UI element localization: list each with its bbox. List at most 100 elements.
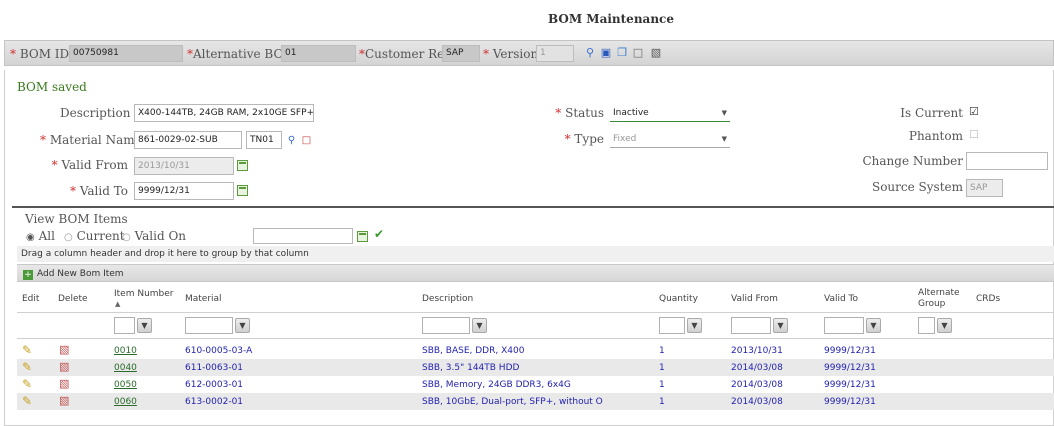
col-valid-from[interactable]: Valid From bbox=[731, 294, 778, 304]
chevron-down-icon: ▼ bbox=[721, 109, 727, 117]
filter-icon[interactable]: ▼ bbox=[472, 318, 487, 333]
radio-current[interactable]: ○ Current bbox=[64, 229, 125, 243]
cell-description: SBB, BASE, DDR, X400 bbox=[422, 346, 525, 356]
radio-valid-on[interactable]: ○ Valid On bbox=[122, 229, 186, 243]
col-material[interactable]: Material bbox=[185, 294, 222, 304]
filter-icon[interactable]: ▼ bbox=[137, 318, 152, 333]
col-quantity[interactable]: Quantity bbox=[659, 294, 698, 304]
cell-valid-from: 2013/10/31 bbox=[731, 346, 783, 356]
delete-trash-icon[interactable]: ▧ bbox=[59, 394, 69, 407]
filter-icon[interactable]: ▼ bbox=[937, 318, 952, 333]
radio-all[interactable]: ◉ All bbox=[26, 229, 55, 243]
material-document-icon[interactable]: □ bbox=[300, 134, 313, 147]
cell-material: 611-0063-01 bbox=[185, 363, 244, 373]
alt-bom-label: *Alternative BOM bbox=[187, 47, 296, 61]
filter-row bbox=[17, 313, 1054, 339]
quantity-filter-input[interactable] bbox=[659, 317, 685, 334]
description-filter-input[interactable] bbox=[422, 317, 470, 334]
col-alternate[interactable]: Alternate bbox=[918, 288, 960, 298]
version-input[interactable]: 1 bbox=[536, 45, 574, 62]
cell-description: SBB, Memory, 24GB DDR3, 6x4G bbox=[422, 380, 571, 390]
new-document-icon[interactable]: □ bbox=[631, 46, 645, 60]
sort-asc-icon: ▲ bbox=[115, 300, 121, 308]
search-icon[interactable]: ⚲ bbox=[583, 46, 597, 60]
customer-rev-label: *Customer Rev. bbox=[359, 47, 454, 61]
add-bom-item-bar: + Add New Bom Item bbox=[17, 264, 1054, 282]
edit-pencil-icon[interactable]: ✎ bbox=[22, 360, 32, 374]
cell-description: SBB, 3.5" 144TB HDD bbox=[422, 363, 520, 373]
col-group[interactable]: Group bbox=[918, 299, 945, 309]
change-number-input[interactable] bbox=[966, 152, 1048, 170]
trash-icon[interactable]: ▧ bbox=[649, 46, 663, 60]
cell-quantity: 1 bbox=[659, 397, 665, 407]
delete-trash-icon[interactable]: ▧ bbox=[59, 360, 69, 373]
item-number-link[interactable]: 0050 bbox=[114, 380, 137, 390]
is-current-checkbox[interactable]: ☑ bbox=[969, 105, 979, 118]
valid-from-input[interactable]: 2013/10/31 bbox=[134, 157, 234, 175]
plus-icon: + bbox=[23, 270, 33, 280]
cell-quantity: 1 bbox=[659, 380, 665, 390]
material-search-icon[interactable]: ⚲ bbox=[285, 134, 298, 147]
edit-pencil-icon[interactable]: ✎ bbox=[22, 343, 32, 357]
type-select[interactable]: Fixed ▼ bbox=[610, 130, 730, 148]
item-number-link[interactable]: 0010 bbox=[114, 346, 137, 356]
filter-icon[interactable]: ▼ bbox=[687, 318, 702, 333]
phantom-label: Phantom bbox=[908, 129, 963, 143]
valid-from-filter-input[interactable] bbox=[731, 317, 771, 334]
apply-check-icon[interactable]: ✔ bbox=[374, 227, 384, 241]
col-valid-to[interactable]: Valid To bbox=[824, 294, 858, 304]
alt-bom-input[interactable]: 01 bbox=[281, 45, 356, 62]
filter-icon[interactable]: ▼ bbox=[235, 318, 250, 333]
is-current-label: Is Current bbox=[900, 106, 963, 120]
cell-material: 612-0003-01 bbox=[185, 380, 244, 390]
description-input[interactable]: X400-144TB, 24GB RAM, 2x10GE SFP+ & 2 bbox=[134, 104, 314, 122]
material-filter-input[interactable] bbox=[185, 317, 233, 334]
col-delete[interactable]: Delete bbox=[58, 294, 88, 304]
item-number-link[interactable]: 0040 bbox=[114, 363, 137, 373]
bom-id-input[interactable]: 00750981 bbox=[69, 45, 183, 62]
table-row[interactable]: ✎ ▧ 0010 610-0005-03-A SBB, BASE, DDR, X… bbox=[17, 342, 1054, 359]
valid-to-calendar-icon[interactable] bbox=[237, 185, 248, 196]
delete-trash-icon[interactable]: ▧ bbox=[59, 377, 69, 390]
valid-to-input[interactable]: 9999/12/31 bbox=[134, 182, 234, 200]
status-label: * Status bbox=[555, 106, 604, 120]
col-item-number[interactable]: Item Number bbox=[114, 289, 174, 299]
status-select[interactable]: Inactive ▼ bbox=[610, 104, 730, 122]
table-row[interactable]: ✎ ▧ 0060 613-0002-01 SBB, 10GbE, Dual-po… bbox=[17, 393, 1054, 410]
valid-on-calendar-icon[interactable] bbox=[357, 231, 368, 242]
alternate-group-filter-input[interactable] bbox=[918, 317, 935, 334]
customer-rev-input[interactable]: SAP bbox=[442, 45, 480, 62]
valid-on-date-input[interactable] bbox=[253, 228, 353, 244]
valid-to-label: * Valid To bbox=[69, 184, 128, 198]
cell-valid-from: 2014/03/08 bbox=[731, 380, 783, 390]
group-by-drop-zone[interactable]: Drag a column header and drop it here to… bbox=[17, 246, 1054, 262]
delete-trash-icon[interactable]: ▧ bbox=[59, 343, 69, 356]
table-row[interactable]: ✎ ▧ 0040 611-0063-01 SBB, 3.5" 144TB HDD… bbox=[17, 359, 1054, 376]
material-name-input[interactable]: 861-0029-02-SUB bbox=[134, 131, 242, 149]
col-edit[interactable]: Edit bbox=[22, 294, 39, 304]
phantom-checkbox[interactable]: ☐ bbox=[969, 128, 979, 141]
save-icon[interactable]: ▣ bbox=[599, 46, 613, 60]
valid-to-filter-input[interactable] bbox=[824, 317, 864, 334]
filter-icon[interactable]: ▼ bbox=[866, 318, 881, 333]
valid-from-label: * Valid From bbox=[51, 158, 128, 172]
cell-valid-to: 9999/12/31 bbox=[824, 363, 876, 373]
col-crds[interactable]: CRDs bbox=[976, 294, 1000, 304]
col-description[interactable]: Description bbox=[422, 294, 473, 304]
add-bom-item-button[interactable]: + Add New Bom Item bbox=[23, 269, 124, 280]
status-message: BOM saved bbox=[17, 80, 87, 94]
plant-input[interactable]: TN01 bbox=[246, 131, 282, 149]
table-row[interactable]: ✎ ▧ 0050 612-0003-01 SBB, Memory, 24GB D… bbox=[17, 376, 1054, 393]
cell-material: 613-0002-01 bbox=[185, 397, 244, 407]
edit-pencil-icon[interactable]: ✎ bbox=[22, 394, 32, 408]
item-number-link[interactable]: 0060 bbox=[114, 397, 137, 407]
copy-icon[interactable]: ❐ bbox=[615, 46, 629, 60]
bom-id-label: * BOM ID bbox=[10, 47, 70, 61]
source-system-label: Source System bbox=[871, 180, 963, 194]
edit-pencil-icon[interactable]: ✎ bbox=[22, 377, 32, 391]
source-system-input[interactable]: SAP bbox=[966, 179, 1003, 197]
item-number-filter-input[interactable] bbox=[114, 317, 135, 334]
filter-icon[interactable]: ▼ bbox=[773, 318, 788, 333]
cell-valid-to: 9999/12/31 bbox=[824, 346, 876, 356]
valid-from-calendar-icon[interactable] bbox=[237, 160, 248, 171]
